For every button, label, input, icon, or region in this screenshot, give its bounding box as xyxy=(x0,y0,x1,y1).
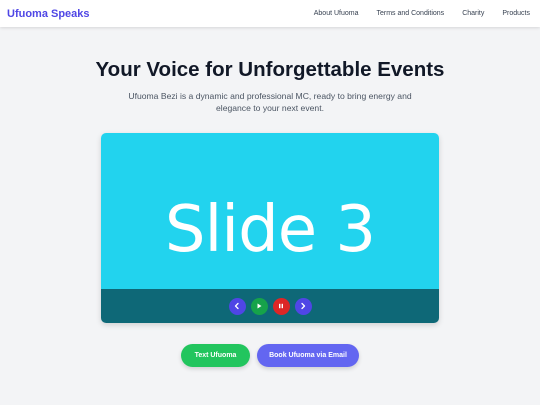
book-via-email-button[interactable]: Book Ufuoma via Email xyxy=(257,344,359,367)
pause-icon xyxy=(279,303,283,309)
chevron-left-icon xyxy=(234,302,239,310)
chevron-right-icon xyxy=(301,302,306,310)
nav-link-about[interactable]: About Ufuoma xyxy=(314,10,359,17)
brand-logo[interactable]: Ufuoma Speaks xyxy=(7,8,90,20)
previous-slide-button[interactable] xyxy=(228,297,246,315)
slide-label: Slide 3 xyxy=(164,193,376,267)
play-icon xyxy=(257,303,262,309)
slider-controls xyxy=(101,289,439,323)
play-button[interactable] xyxy=(250,297,268,315)
hero-title: Your Voice for Unforgettable Events xyxy=(95,58,445,81)
nav-link-products[interactable]: Products xyxy=(502,10,530,17)
pause-button[interactable] xyxy=(272,297,290,315)
nav-links: About Ufuoma Terms and Conditions Charit… xyxy=(314,10,530,17)
slide: Slide 3 xyxy=(101,133,439,289)
text-ufuoma-button[interactable]: Text Ufuoma xyxy=(181,344,250,367)
navbar: Ufuoma Speaks About Ufuoma Terms and Con… xyxy=(0,0,540,27)
nav-link-terms[interactable]: Terms and Conditions xyxy=(376,10,444,17)
next-slide-button[interactable] xyxy=(294,297,312,315)
image-slider: Slide 3 xyxy=(101,133,439,323)
nav-link-charity[interactable]: Charity xyxy=(462,10,484,17)
hero-subtitle: Ufuoma Bezi is a dynamic and professiona… xyxy=(128,91,412,113)
